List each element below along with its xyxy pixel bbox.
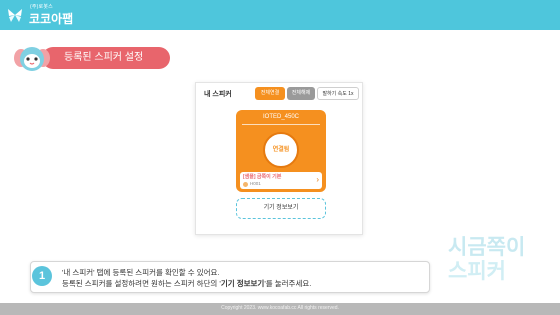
watermark-line-1: 시금쪽이	[448, 236, 526, 259]
speaker-device-id: IOTED_450C	[262, 114, 299, 120]
speaker-card[interactable]: IOTED_450C 연결됨 [샘플] 금쪽이 기본 H001 ›	[236, 110, 326, 192]
brand-subtitle: (주)로봇스	[30, 4, 53, 10]
instruction-line-1: '내 스피커' 탭에 등록된 스피커를 확인할 수 있어요.	[62, 268, 220, 277]
watermark-line-2: 스피커	[448, 260, 506, 283]
instruction-highlight: 기기 정보보기	[220, 279, 265, 288]
device-info-button[interactable]: 기기 정보보기	[236, 198, 326, 219]
lesson-title: [샘플] 금쪽이 기본	[243, 174, 282, 180]
disconnect-all-button[interactable]: 전체해제	[287, 87, 315, 100]
speaker-lesson-row[interactable]: [샘플] 금쪽이 기본 H001 ›	[240, 172, 322, 189]
card-divider	[242, 124, 320, 125]
copyright-text: Copyright 2023. www.kocoafab.cc All righ…	[221, 305, 339, 311]
watermark-logo: 시금쪽이 스피커	[448, 236, 556, 284]
speaker-app-screen: 내 스피커 전체연결 전체해제 말하기 속도 1x IOTED_450C 연결됨…	[195, 82, 363, 235]
instruction-line-2-prefix: 등록된 스피커를 설정하려면 원하는 스피커 하단의 '	[62, 279, 221, 288]
step-number-badge: 1	[32, 266, 52, 286]
speech-speed-button[interactable]: 말하기 속도 1x	[317, 87, 359, 100]
section-title: 등록된 스피커 설정	[42, 47, 170, 69]
connect-all-button[interactable]: 전체연결	[255, 87, 285, 100]
top-bar: (주)로봇스 코코아팹	[0, 0, 560, 30]
instruction-line-2-suffix: '를 눌러주세요.	[264, 279, 312, 288]
my-speakers-tab-title: 내 스피커	[204, 91, 232, 98]
instruction-line-2: 등록된 스피커를 설정하려면 원하는 스피커 하단의 '기기 정보보기'를 눌러…	[62, 278, 311, 289]
brand-title: 코코아팹	[29, 12, 74, 26]
lesson-code: H001	[250, 181, 261, 186]
elephant-mascot-icon	[14, 47, 50, 71]
lesson-dot-icon	[243, 182, 248, 187]
connection-status-badge: 연결됨	[263, 132, 299, 168]
chevron-right-icon: ›	[316, 175, 319, 184]
butterfly-logo-icon	[8, 9, 22, 22]
